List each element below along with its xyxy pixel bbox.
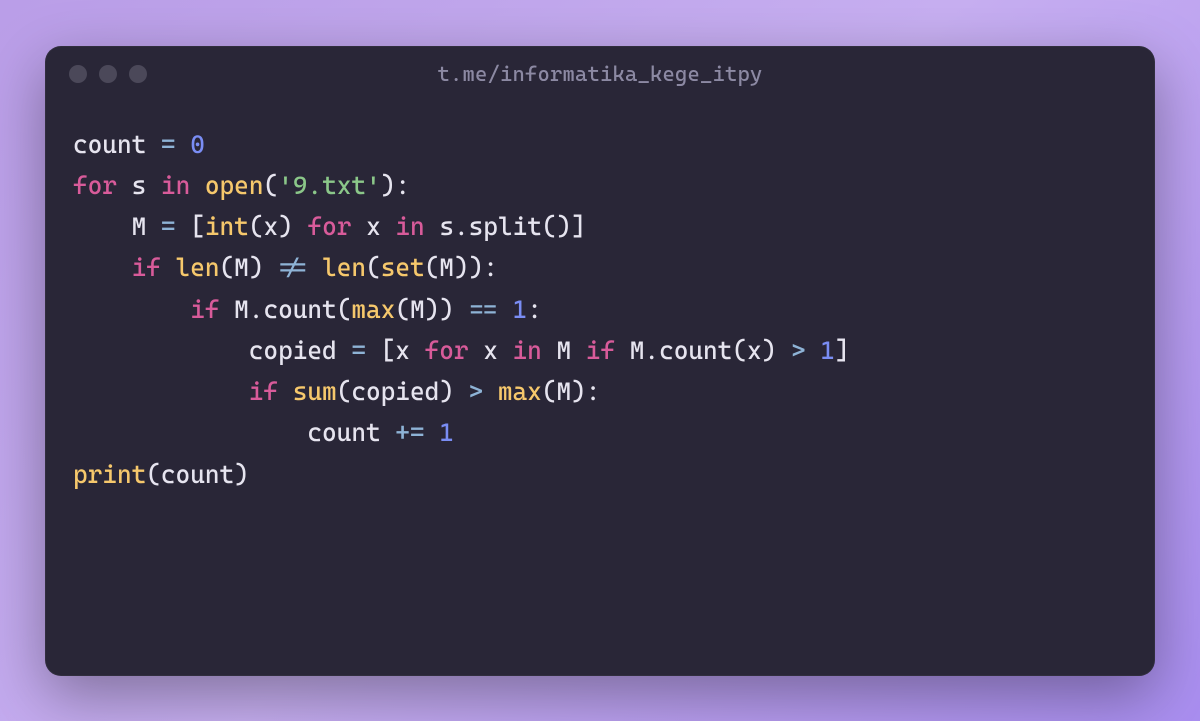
token-str: '9.txt'	[278, 171, 381, 200]
token-punc: )	[439, 377, 454, 406]
token-punc: )	[762, 336, 777, 365]
token-id: s	[439, 212, 454, 241]
token-punc: (	[542, 212, 557, 241]
token-punc: (	[337, 377, 352, 406]
token-op: !=	[278, 253, 307, 282]
token-punc: (	[337, 295, 352, 324]
token-punc: )	[234, 460, 249, 489]
token-fn: len	[176, 253, 220, 282]
token-op: >	[791, 336, 806, 365]
token-num: 1	[439, 418, 454, 447]
token-punc: ]	[835, 336, 850, 365]
token-id: M	[132, 212, 147, 241]
window-title: t.me/informatika_kege_itpy	[45, 62, 1155, 86]
token-kw: in	[513, 336, 542, 365]
token-id: split	[469, 212, 542, 241]
token-punc: (	[732, 336, 747, 365]
token-punc: .	[249, 295, 264, 324]
token-num: 1	[513, 295, 528, 324]
traffic-lights	[69, 65, 147, 83]
token-punc: .	[454, 212, 469, 241]
token-num: 1	[820, 336, 835, 365]
token-kw: for	[425, 336, 469, 365]
token-punc: )	[278, 212, 293, 241]
token-punc: :	[395, 171, 410, 200]
maximize-icon[interactable]	[129, 65, 147, 83]
token-id: x	[263, 212, 278, 241]
token-punc: (	[425, 253, 440, 282]
token-punc: )	[249, 253, 264, 282]
token-fn: max	[498, 377, 542, 406]
minimize-icon[interactable]	[99, 65, 117, 83]
token-fn: max	[351, 295, 395, 324]
token-kw: if	[586, 336, 615, 365]
token-fn: set	[381, 253, 425, 282]
token-punc: )	[425, 295, 440, 324]
token-kw: if	[132, 253, 161, 282]
token-kw: if	[190, 295, 219, 324]
token-punc: (	[395, 295, 410, 324]
token-op: +=	[395, 418, 424, 447]
token-op: =	[161, 130, 176, 159]
token-punc: (	[249, 212, 264, 241]
token-kw: for	[73, 171, 117, 200]
token-kw: in	[161, 171, 190, 200]
token-id: M	[234, 295, 249, 324]
token-punc: (	[146, 460, 161, 489]
token-id: count	[307, 418, 380, 447]
token-punc: )	[571, 377, 586, 406]
token-id: x	[483, 336, 498, 365]
token-punc: ]	[571, 212, 586, 241]
token-id: copied	[351, 377, 439, 406]
token-id: s	[132, 171, 147, 200]
token-id: x	[747, 336, 762, 365]
token-fn: int	[205, 212, 249, 241]
token-punc: )	[381, 171, 396, 200]
token-punc: .	[644, 336, 659, 365]
token-id: count	[263, 295, 336, 324]
token-punc: [	[190, 212, 205, 241]
token-punc: :	[483, 253, 498, 282]
token-op: ==	[469, 295, 498, 324]
token-fn: print	[73, 460, 146, 489]
token-id: count	[73, 130, 146, 159]
token-id: count	[161, 460, 234, 489]
code-block: count = 0 for s in open('9.txt'): M = [i…	[45, 102, 1155, 676]
token-punc: (	[220, 253, 235, 282]
token-id: x	[395, 336, 410, 365]
token-op: >	[469, 377, 484, 406]
token-id: copied	[249, 336, 337, 365]
token-punc: )	[557, 212, 572, 241]
close-icon[interactable]	[69, 65, 87, 83]
token-fn: open	[205, 171, 264, 200]
token-punc: )	[469, 253, 484, 282]
code-window: t.me/informatika_kege_itpy count = 0 for…	[45, 46, 1155, 676]
token-kw: in	[395, 212, 424, 241]
token-id: M	[234, 253, 249, 282]
token-op: =	[351, 336, 366, 365]
token-id: M	[630, 336, 645, 365]
window-titlebar: t.me/informatika_kege_itpy	[45, 46, 1155, 102]
token-punc: (	[542, 377, 557, 406]
token-id: M	[556, 336, 571, 365]
token-id: x	[366, 212, 381, 241]
token-punc: (	[263, 171, 278, 200]
token-kw: if	[249, 377, 278, 406]
token-num: 0	[190, 130, 205, 159]
token-id: M	[410, 295, 425, 324]
token-punc: :	[586, 377, 601, 406]
token-fn: len	[322, 253, 366, 282]
token-id: M	[439, 253, 454, 282]
token-punc: (	[366, 253, 381, 282]
token-punc: )	[454, 253, 469, 282]
token-op: =	[161, 212, 176, 241]
token-punc: )	[439, 295, 454, 324]
token-id: M	[556, 377, 571, 406]
token-fn: sum	[293, 377, 337, 406]
token-id: count	[659, 336, 732, 365]
token-kw: for	[307, 212, 351, 241]
token-punc: [	[381, 336, 396, 365]
token-punc: :	[527, 295, 542, 324]
